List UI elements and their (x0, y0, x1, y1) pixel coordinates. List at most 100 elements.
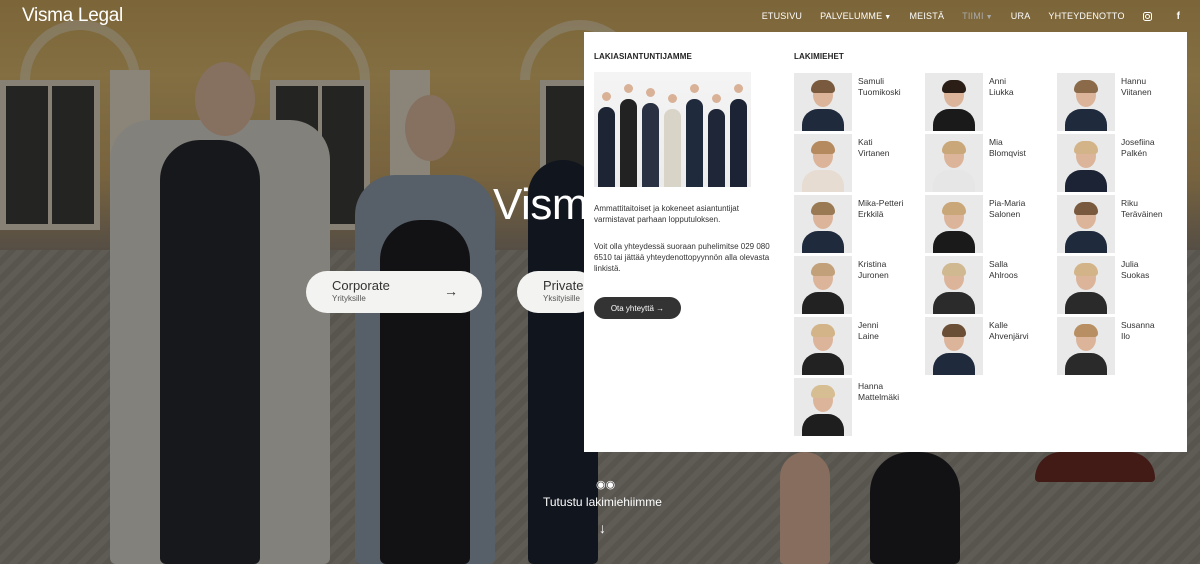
nav-item-palvelumme[interactable]: PALVELUMME ▼ (820, 11, 891, 21)
lawyer-name: Julia Suokas (1121, 259, 1181, 281)
lawyer-last-name: Palkén (1121, 148, 1147, 158)
lawyer-last-name: Tuomikoski (858, 87, 901, 97)
lawyer-last-name: Ahvenjärvi (989, 331, 1029, 341)
corporate-button[interactable]: Corporate Yrityksille → (306, 271, 482, 313)
lawyer-name: Kalle Ahvenjärvi (989, 320, 1049, 342)
nav-item-ura[interactable]: URA (1011, 11, 1031, 21)
lawyer-card[interactable]: Julia Suokas (1057, 256, 1182, 314)
lawyer-name: Mika-Petteri Erkkilä (858, 198, 918, 220)
lawyer-last-name: Ahlroos (989, 270, 1018, 280)
lawyer-name: Mia Blomqvist (989, 137, 1049, 159)
lawyer-name: Riku Teräväinen (1121, 198, 1181, 220)
lawyer-last-name: Liukka (989, 87, 1014, 97)
lawyer-card[interactable]: Anni Liukka (925, 73, 1050, 131)
lawyer-photo (925, 256, 983, 314)
lawyer-card[interactable]: Kristina Juronen (794, 256, 919, 314)
lawyer-first-name: Hannu (1121, 76, 1147, 86)
lawyer-card[interactable]: Samuli Tuomikoski (794, 73, 919, 131)
lawyer-name: Anni Liukka (989, 76, 1049, 98)
nav-item-yhteydenotto[interactable]: YHTEYDENOTTO (1048, 11, 1124, 21)
experts-description: Ammattitaitoiset ja kokeneet asiantuntij… (594, 204, 739, 224)
lawyer-last-name: Erkkilä (858, 209, 884, 219)
lawyer-first-name: Kristina (858, 259, 887, 269)
nav-item-meista[interactable]: MEISTÄ (909, 11, 944, 21)
lawyer-first-name: Kalle (989, 320, 1008, 330)
team-link[interactable]: Tutustu lakimiehiimme (543, 495, 662, 509)
lawyer-first-name: Mika-Petteri (858, 198, 904, 208)
lawyer-photo (1057, 317, 1115, 375)
lawyer-first-name: Riku (1121, 198, 1139, 208)
contact-button[interactable]: Ota yhteyttä → (594, 297, 681, 319)
lawyer-card[interactable]: Josefiina Palkén (1057, 134, 1182, 192)
lawyer-first-name: Julia (1121, 259, 1139, 269)
lawyer-card[interactable]: Salla Ahlroos (925, 256, 1050, 314)
lawyer-name: Susanna Ilo (1121, 320, 1181, 342)
facebook-icon[interactable]: f (1177, 11, 1180, 22)
nav-label: URA (1010, 11, 1031, 21)
nav-item-etusivu[interactable]: ETUSIVU (762, 11, 802, 21)
people-icon: ◉◉ (596, 479, 616, 491)
nav-label: YHTEYDENOTTO (1048, 11, 1125, 21)
lawyer-card[interactable]: Kalle Ahvenjärvi (925, 317, 1050, 375)
lawyer-photo (1057, 256, 1115, 314)
contact-description: Voit olla yhteydessä suoraan puhelimitse… (594, 242, 770, 273)
lawyer-card[interactable]: Susanna Ilo (1057, 317, 1182, 375)
lawyer-last-name: Ilo (1121, 331, 1130, 341)
lawyer-photo (794, 134, 852, 192)
lawyer-first-name: Anni (989, 76, 1007, 86)
lawyer-card[interactable]: Hanna Mattelmäki (794, 378, 919, 436)
arrow-down-icon[interactable]: ↓ (599, 520, 606, 536)
lawyer-name: Kristina Juronen (858, 259, 918, 281)
lawyer-first-name: Jenni (858, 320, 879, 330)
lawyer-first-name: Susanna (1121, 320, 1155, 330)
lawyer-card[interactable]: Kati Virtanen (794, 134, 919, 192)
lawyer-name: Josefiina Palkén (1121, 137, 1181, 159)
lawyer-card[interactable]: Jenni Laine (794, 317, 919, 375)
lawyer-last-name: Virtanen (858, 148, 890, 158)
lawyer-photo (794, 256, 852, 314)
site-logo[interactable]: Visma Legal (22, 5, 123, 27)
lawyer-first-name: Samuli (858, 76, 884, 86)
lawyer-name: Jenni Laine (858, 320, 918, 342)
main-nav: ETUSIVU PALVELUMME ▼ MEISTÄ TIIMI ▼ URA YH… (762, 0, 1200, 32)
lawyer-last-name: Blomqvist (989, 148, 1026, 158)
lawyer-first-name: Mia (989, 137, 1003, 147)
lawyer-last-name: Teräväinen (1121, 209, 1163, 219)
lawyer-photo (1057, 195, 1115, 253)
lawyer-photo (794, 378, 852, 436)
lawyer-card[interactable]: Mika-Petteri Erkkilä (794, 195, 919, 253)
nav-label: PALVELUMME (820, 11, 883, 21)
lawyer-last-name: Salonen (989, 209, 1021, 219)
lawyer-card[interactable]: Pia-Maria Salonen (925, 195, 1050, 253)
lawyer-first-name: Kati (858, 137, 873, 147)
lawyer-photo (794, 195, 852, 253)
lawyer-first-name: Pia-Maria (989, 198, 1026, 208)
lawyer-name: Kati Virtanen (858, 137, 918, 159)
lawyer-first-name: Hanna (858, 381, 884, 391)
lawyer-photo (925, 195, 983, 253)
team-dropdown-menu: LAKIASIANTUNTIJAMME Ammattitaitoiset ja … (584, 32, 1187, 452)
lawyer-photo (1057, 134, 1115, 192)
chevron-down-icon: ▼ (985, 14, 993, 21)
lawyer-name: Hannu Viitanen (1121, 76, 1181, 98)
lawyer-name: Pia-Maria Salonen (989, 198, 1049, 220)
team-photo (594, 72, 751, 187)
nav-label: MEISTÄ (909, 11, 945, 21)
corporate-label: Corporate (332, 278, 390, 293)
instagram-icon[interactable] (1142, 11, 1152, 21)
lawyer-photo (1057, 73, 1115, 131)
nav-label: TIIMI (962, 11, 984, 21)
lawyer-first-name: Salla (989, 259, 1008, 269)
lawyer-last-name: Viitanen (1121, 87, 1152, 97)
lawyer-card[interactable]: Hannu Viitanen (1057, 73, 1182, 131)
corporate-sublabel: Yrityksille (332, 294, 366, 303)
lawyer-card[interactable]: Mia Blomqvist (925, 134, 1050, 192)
lawyer-name: Salla Ahlroos (989, 259, 1049, 281)
lawyers-heading: LAKIMIEHET (794, 52, 844, 61)
lawyer-card[interactable]: Riku Teräväinen (1057, 195, 1182, 253)
lawyer-photo (925, 134, 983, 192)
arrow-right-icon: → (444, 283, 458, 299)
lawyer-first-name: Josefiina (1121, 137, 1155, 147)
nav-item-tiimi[interactable]: TIIMI ▼ (962, 11, 993, 21)
lawyer-photo (925, 73, 983, 131)
